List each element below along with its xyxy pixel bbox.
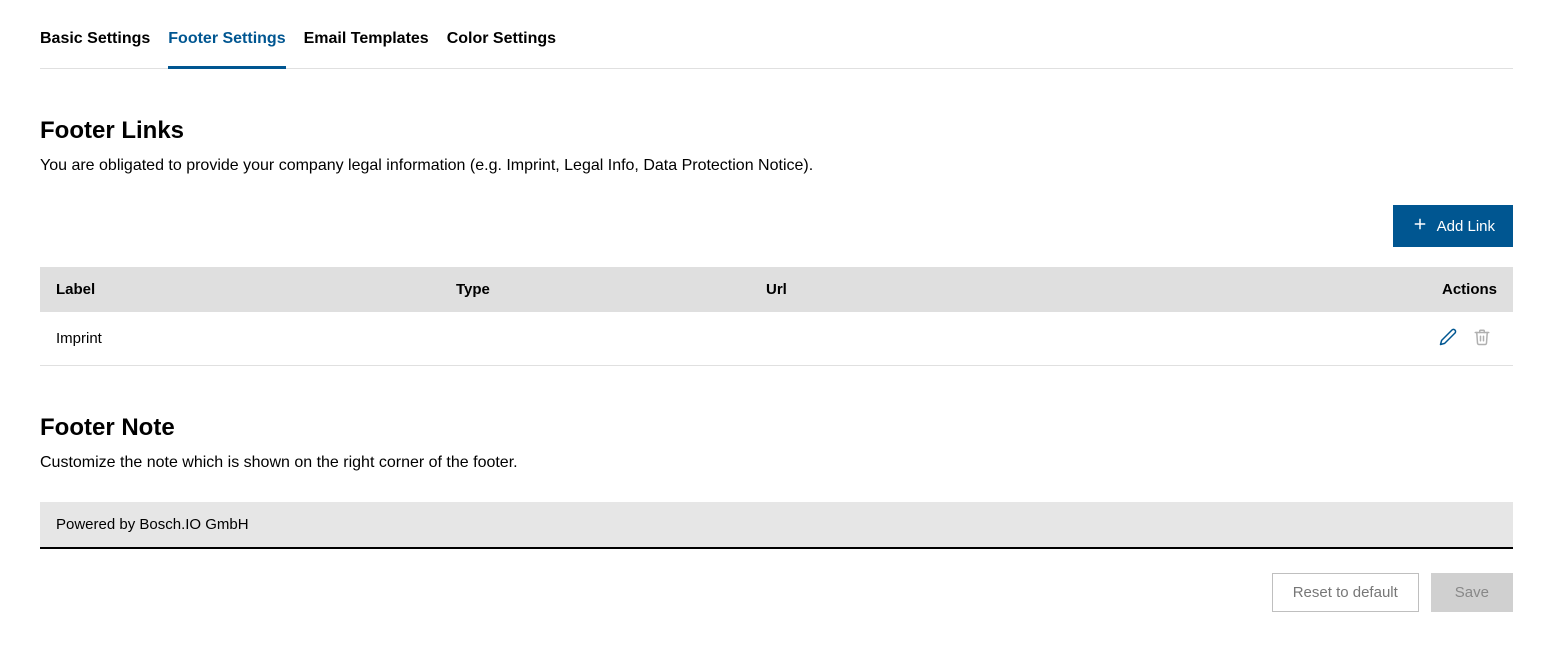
tab-color-settings[interactable]: Color Settings: [447, 20, 556, 69]
reset-to-default-button[interactable]: Reset to default: [1272, 573, 1419, 612]
cell-type: [440, 312, 750, 366]
tab-email-templates[interactable]: Email Templates: [304, 20, 429, 69]
trash-icon: [1473, 334, 1491, 349]
table-row: Imprint: [40, 312, 1513, 366]
column-header-label: Label: [40, 267, 440, 312]
save-button[interactable]: Save: [1431, 573, 1513, 612]
plus-icon: [1411, 215, 1429, 237]
column-header-actions: Actions: [1393, 267, 1513, 312]
footer-links-description: You are obligated to provide your compan…: [40, 157, 1513, 175]
cell-url: [750, 312, 1393, 366]
footer-note-input[interactable]: [40, 502, 1513, 549]
settings-tabs: Basic Settings Footer Settings Email Tem…: [40, 20, 1513, 69]
column-header-type: Type: [440, 267, 750, 312]
tab-footer-settings[interactable]: Footer Settings: [168, 20, 285, 69]
bottom-action-bar: Reset to default Save: [40, 573, 1513, 612]
add-link-button[interactable]: Add Link: [1393, 205, 1513, 247]
pencil-icon: [1439, 334, 1457, 349]
table-header-row: Label Type Url Actions: [40, 267, 1513, 312]
footer-note-description: Customize the note which is shown on the…: [40, 454, 1513, 472]
tab-basic-settings[interactable]: Basic Settings: [40, 20, 150, 69]
cell-label: Imprint: [40, 312, 440, 366]
edit-button[interactable]: [1433, 326, 1463, 351]
delete-button[interactable]: [1467, 326, 1497, 351]
footer-links-title: Footer Links: [40, 117, 1513, 145]
footer-links-table: Label Type Url Actions Imprint: [40, 267, 1513, 366]
add-link-button-label: Add Link: [1437, 218, 1495, 235]
footer-note-title: Footer Note: [40, 414, 1513, 442]
column-header-url: Url: [750, 267, 1393, 312]
